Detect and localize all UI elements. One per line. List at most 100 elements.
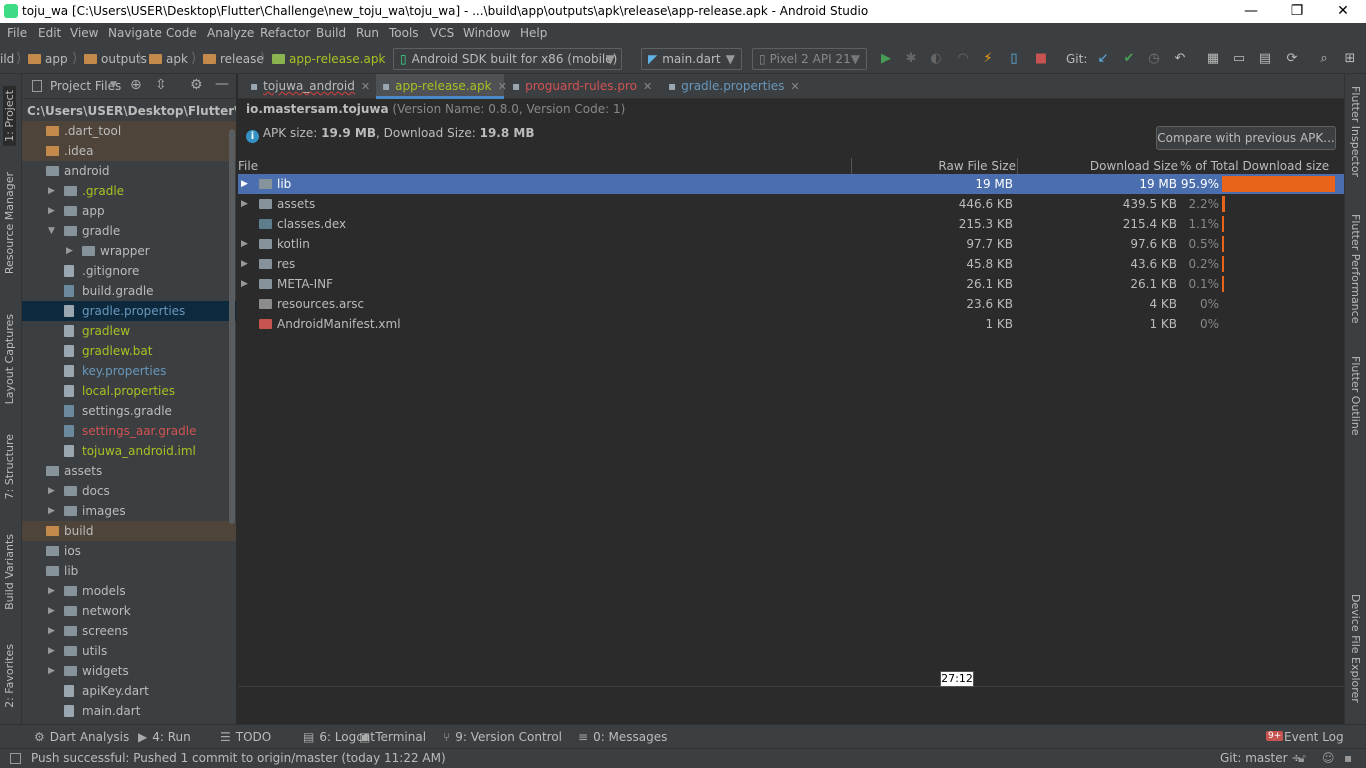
editor-tab[interactable]: ▪ tojuwa_android ✕ — [244, 74, 372, 99]
close-button[interactable]: ✕ — [1320, 0, 1366, 23]
chevron-right-icon[interactable]: ▶ — [241, 194, 248, 214]
tree-item[interactable]: ▶ network — [22, 601, 236, 621]
tool-window-tab[interactable]: Flutter Performance — [1349, 214, 1362, 323]
table-row[interactable]: ▶ META-INF 26.1 KB 26.1 KB 0.1% — [238, 274, 1344, 294]
menu-help[interactable]: Help — [520, 26, 547, 40]
sdk-manager-icon[interactable]: ▤ — [1257, 51, 1273, 67]
sync-icon[interactable]: ⟳ — [1284, 51, 1300, 67]
menu-build[interactable]: Build — [316, 26, 346, 40]
bottom-tool-tab[interactable]: ☰ TODO — [220, 730, 271, 744]
chevron-right-icon[interactable]: ▶ — [241, 234, 248, 254]
restore-button[interactable]: ❐ — [1274, 0, 1320, 23]
breadcrumb-item[interactable]: app-release.apk — [272, 52, 385, 66]
git-commit-icon[interactable]: ✔ — [1121, 51, 1137, 67]
history-icon[interactable]: ◷ — [1146, 51, 1162, 67]
tree-item[interactable]: .gitignore — [22, 261, 236, 281]
device-target-select[interactable]: ▯ Android SDK built for x86 (mobile) ▼ — [393, 48, 622, 70]
run-config-select[interactable]: ◤ main.dart ▼ — [641, 48, 742, 70]
tree-item[interactable]: ▶ .gradle — [22, 181, 236, 201]
event-log-tab[interactable]: Event Log — [1284, 730, 1344, 744]
apply-changes-icon[interactable]: ▯ — [1006, 51, 1022, 67]
tree-item[interactable]: main.dart — [22, 701, 236, 721]
table-row[interactable]: ▶ res 45.8 KB 43.6 KB 0.2% — [238, 254, 1344, 274]
bottom-tool-tab[interactable]: ▶ 4: Run — [138, 730, 191, 744]
tree-item[interactable]: ▶ app — [22, 201, 236, 221]
chevron-down-icon[interactable]: ▼ — [48, 221, 55, 241]
tree-item[interactable]: ▶ utils — [22, 641, 236, 661]
tree-item[interactable]: ▶ screens — [22, 621, 236, 641]
attach-icon[interactable]: ◠ — [955, 51, 971, 67]
search-icon[interactable]: ⌕ — [1316, 51, 1332, 67]
bottom-tool-tab[interactable]: ⑂ 9: Version Control — [443, 730, 562, 744]
editor-tab[interactable]: ▪ app-release.apk ✕ — [376, 74, 507, 99]
chevron-right-icon[interactable]: ▶ — [48, 201, 55, 221]
project-structure-icon[interactable]: ▦ — [1205, 51, 1221, 67]
menu-run[interactable]: Run — [356, 26, 379, 40]
lock-icon[interactable]: 🔓︎ — [1298, 751, 1306, 766]
table-row[interactable]: resources.arsc 23.6 KB 4 KB 0% — [238, 294, 1344, 314]
tree-item[interactable]: key.properties — [22, 361, 236, 381]
table-row[interactable]: ▶ assets 446.6 KB 439.5 KB 2.2% — [238, 194, 1344, 214]
menu-refactor[interactable]: Refactor — [260, 26, 310, 40]
tree-item[interactable]: ▶ models — [22, 581, 236, 601]
chevron-right-icon[interactable]: ▶ — [241, 274, 248, 294]
collapse-icon[interactable]: ⇳ — [155, 77, 167, 93]
tree-item[interactable]: ▶ docs — [22, 481, 236, 501]
table-row[interactable]: classes.dex 215.3 KB 215.4 KB 1.1% — [238, 214, 1344, 234]
chevron-right-icon[interactable]: ▶ — [48, 501, 55, 521]
chevron-right-icon[interactable]: ▶ — [66, 241, 73, 261]
compare-apk-button[interactable]: Compare with previous APK... — [1156, 126, 1336, 150]
menu-window[interactable]: Window — [463, 26, 510, 40]
tool-window-tab[interactable]: 1: Project — [3, 86, 16, 146]
stop-icon[interactable]: ■ — [1033, 51, 1049, 67]
hide-icon[interactable]: — — [215, 76, 229, 92]
minimize-button[interactable]: — — [1228, 0, 1274, 23]
menu-tools[interactable]: Tools — [389, 26, 419, 40]
git-update-icon[interactable]: ↙ — [1095, 51, 1111, 67]
chevron-right-icon[interactable]: ▶ — [48, 661, 55, 681]
avd-select[interactable]: ▯ Pixel 2 API 21 ▼ — [752, 48, 867, 70]
chevron-right-icon[interactable]: ▶ — [241, 254, 248, 274]
menu-view[interactable]: View — [70, 26, 98, 40]
tree-item[interactable]: ▶ images — [22, 501, 236, 521]
avd-manager-icon[interactable]: ▭ — [1231, 51, 1247, 67]
tree-item[interactable]: lib — [22, 561, 236, 581]
tree-item[interactable]: settings_aar.gradle — [22, 421, 236, 441]
tree-item[interactable]: gradlew — [22, 321, 236, 341]
tree-scrollbar[interactable] — [229, 129, 235, 524]
close-tab-icon[interactable]: ✕ — [643, 80, 652, 93]
bottom-tool-tab[interactable]: ⚙ Dart Analysis — [34, 730, 129, 744]
menu-code[interactable]: Code — [166, 26, 197, 40]
breadcrumb-item[interactable]: app — [28, 52, 68, 66]
settings-icon[interactable]: ⊞ — [1342, 51, 1358, 67]
tool-window-tab[interactable]: Flutter Outline — [1349, 356, 1362, 436]
chevron-right-icon[interactable]: ▶ — [48, 581, 55, 601]
bottom-tool-tab[interactable]: ≡ 0: Messages — [578, 730, 667, 744]
chevron-right-icon[interactable]: ▶ — [48, 601, 55, 621]
tree-item[interactable]: .dart_tool — [22, 121, 236, 141]
tree-item[interactable]: local.properties — [22, 381, 236, 401]
inspector-icon[interactable]: ☺︎ — [1322, 751, 1335, 765]
tool-window-tab[interactable]: 7: Structure — [3, 434, 16, 499]
tree-item[interactable]: settings.gradle — [22, 401, 236, 421]
tree-item[interactable]: ▼ gradle — [22, 221, 236, 241]
tree-item[interactable]: ▶ widgets — [22, 661, 236, 681]
chevron-right-icon[interactable]: ▶ — [241, 174, 248, 194]
tree-item[interactable]: assets — [22, 461, 236, 481]
editor-tab[interactable]: ▪ proguard-rules.pro ✕ — [506, 74, 656, 99]
chevron-right-icon[interactable]: ▶ — [48, 641, 55, 661]
chevron-right-icon[interactable]: ▶ — [48, 181, 55, 201]
bottom-tool-tab[interactable]: ▣ Terminal — [359, 730, 426, 744]
tree-item[interactable]: .idea — [22, 141, 236, 161]
tree-item[interactable]: apiKey.dart — [22, 681, 236, 701]
tool-window-tab[interactable]: Device File Explorer — [1349, 594, 1362, 703]
tool-window-tab[interactable]: Resource Manager — [3, 172, 16, 274]
tree-item[interactable]: android — [22, 161, 236, 181]
chevron-right-icon[interactable]: ▶ — [48, 621, 55, 641]
column-file[interactable]: File — [238, 159, 258, 173]
locate-icon[interactable]: ⊕ — [130, 77, 142, 93]
git-branch[interactable]: Git: master ÷ — [1220, 751, 1301, 765]
chevron-right-icon[interactable]: ▶ — [48, 481, 55, 501]
panel-toggle-icon[interactable] — [10, 753, 21, 764]
hot-reload-icon[interactable]: ⚡ — [980, 51, 996, 67]
